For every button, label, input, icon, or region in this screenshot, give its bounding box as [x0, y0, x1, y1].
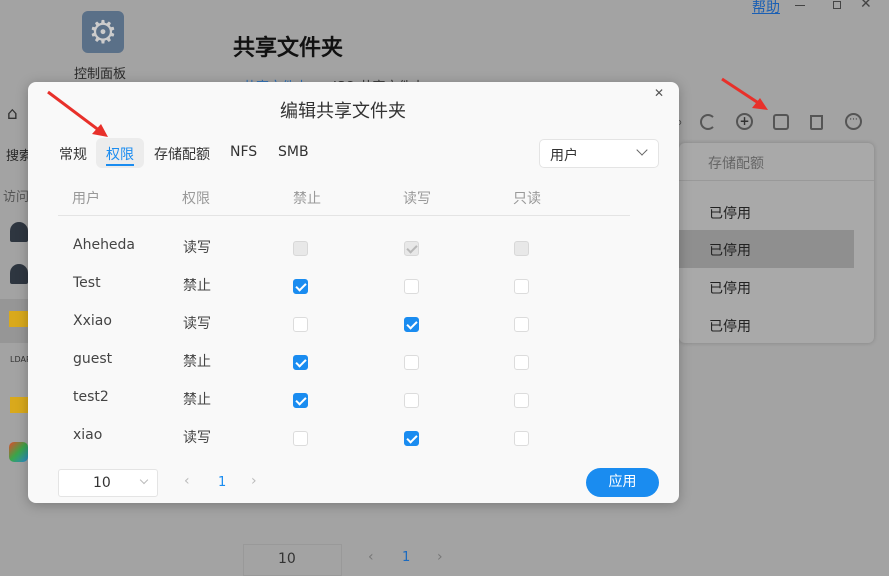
arrow-to-permissions-tab — [47, 90, 108, 137]
annotation-arrows — [47, 77, 768, 137]
arrow-to-edit-icon — [721, 77, 768, 110]
